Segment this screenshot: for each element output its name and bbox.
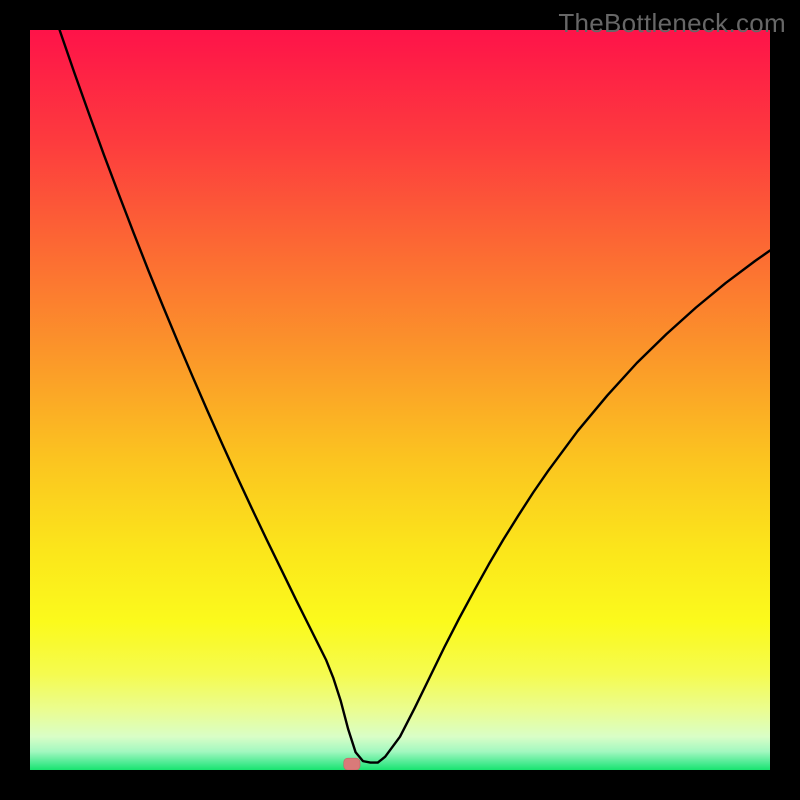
chart-area	[30, 30, 770, 770]
watermark-text: TheBottleneck.com	[558, 8, 786, 39]
gradient-background	[30, 30, 770, 770]
bottleneck-chart	[30, 30, 770, 770]
optimum-marker	[344, 758, 360, 770]
